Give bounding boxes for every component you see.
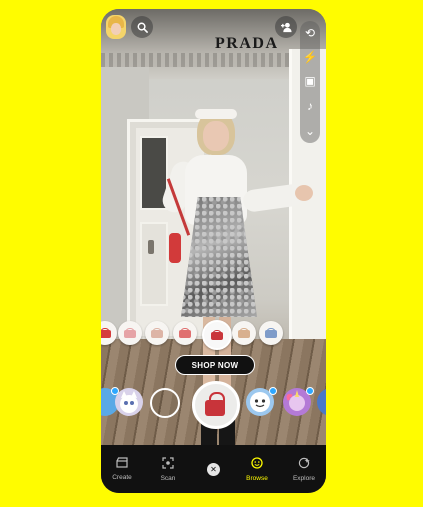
- music-icon[interactable]: ♪: [300, 96, 320, 116]
- search-button[interactable]: [131, 16, 153, 38]
- brand-logo: PRADA: [215, 35, 279, 52]
- flash-off-icon[interactable]: ⚡: [300, 47, 320, 67]
- chevron-down-icon[interactable]: ⌄: [300, 121, 320, 141]
- cat-face-icon: [120, 391, 138, 413]
- nav-label: Create: [112, 474, 132, 481]
- product-bag-blush[interactable]: [145, 321, 169, 345]
- handbag-icon: [151, 330, 163, 339]
- new-indicator: [269, 387, 277, 395]
- close-icon: ✕: [210, 465, 217, 474]
- nav-label: Explore: [292, 474, 316, 482]
- product-bag-coral[interactable]: [173, 321, 197, 345]
- nav-browse[interactable]: Browse: [237, 445, 277, 493]
- nav-label: Browse: [246, 474, 268, 482]
- avatar-face: [111, 23, 121, 35]
- handbag-icon: [211, 332, 223, 341]
- shop-now-button[interactable]: SHOP NOW: [175, 355, 255, 375]
- new-indicator: [306, 387, 314, 395]
- smiley-icon: [251, 456, 263, 472]
- face: [203, 121, 229, 151]
- handbag-icon: [265, 330, 277, 339]
- product-bag-red-selected[interactable]: [202, 320, 232, 350]
- film-icon[interactable]: ▣: [300, 71, 320, 91]
- product-bag-pink[interactable]: [118, 321, 142, 345]
- camera-tools: ⟲ ⚡ ▣ ♪ ⌄: [300, 21, 320, 143]
- product-bag-blue[interactable]: [259, 321, 283, 345]
- bitmoji-avatar[interactable]: [106, 15, 126, 39]
- bag-lens-icon: [205, 400, 225, 416]
- bottom-nav: Create Scan ✕ Browse Explore: [101, 445, 326, 493]
- right-hand: [295, 185, 313, 201]
- product-bag-tan[interactable]: [232, 321, 256, 345]
- add-friend-icon: [280, 22, 292, 32]
- door-handle: [148, 240, 154, 254]
- phone-screen: PRADA ⟲ ⚡ ▣ ♪ ⌄ SHOP NOW Create Scan ✕ B…: [101, 9, 326, 493]
- explore-icon: [298, 457, 310, 472]
- lens-empty[interactable]: [150, 388, 180, 418]
- scan-icon: [162, 456, 174, 472]
- search-icon: [137, 22, 148, 33]
- capture-button[interactable]: [192, 381, 240, 429]
- handbag-icon: [238, 330, 250, 339]
- flip-camera-icon[interactable]: ⟲: [300, 23, 320, 43]
- nav-label: Scan: [160, 474, 176, 482]
- nav-scan[interactable]: Scan: [148, 445, 188, 493]
- nav-create[interactable]: Create: [102, 445, 142, 493]
- handbag-icon: [101, 330, 111, 339]
- handbag-icon: [179, 330, 191, 339]
- nav-explore[interactable]: Explore: [284, 445, 324, 493]
- lens-cat[interactable]: [115, 388, 143, 416]
- handbag-icon: [124, 330, 136, 339]
- ar-handbag: [169, 233, 181, 263]
- clapperboard-icon: [116, 457, 128, 471]
- close-lens-button[interactable]: ✕: [207, 463, 220, 476]
- headband: [195, 109, 237, 119]
